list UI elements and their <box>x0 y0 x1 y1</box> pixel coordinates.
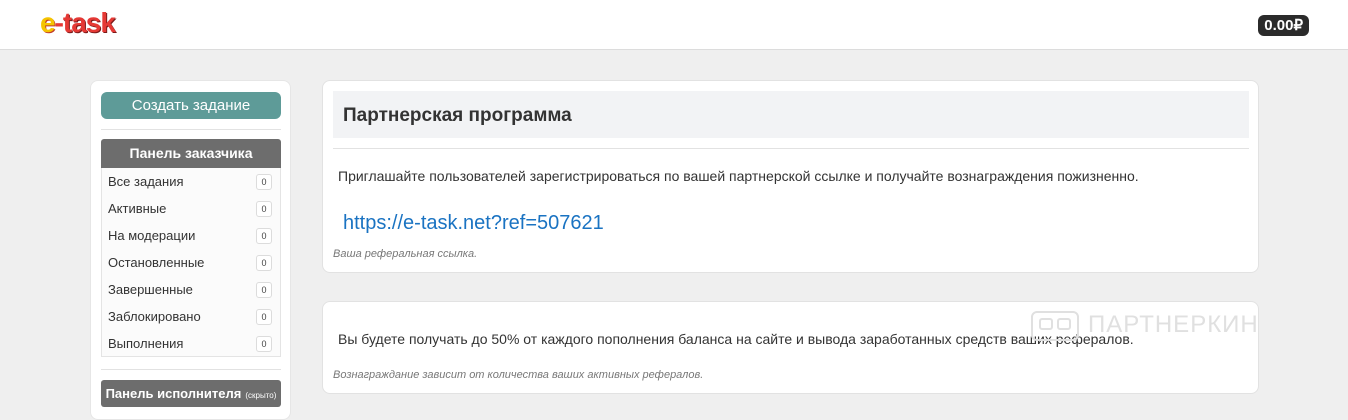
count-badge: 0 <box>256 174 272 190</box>
sidebar-item-completed[interactable]: Завершенные 0 <box>102 276 280 303</box>
count-badge: 0 <box>256 336 272 352</box>
partner-program-card: Партнерская программа Приглашайте пользо… <box>322 80 1259 273</box>
customer-panel-list: Все задания 0 Активные 0 На модерации 0 … <box>101 168 281 357</box>
partner-description: Приглашайте пользователей зарегистрирова… <box>338 168 1139 184</box>
sidebar: Создать задание Панель заказчика Все зад… <box>90 80 291 420</box>
sidebar-item-label: Заблокировано <box>108 309 201 324</box>
watermark-text: ПАРТНЕРКИН <box>1088 311 1259 338</box>
customer-panel-header[interactable]: Панель заказчика <box>101 139 281 168</box>
card-title: Партнерская программа <box>333 91 1249 138</box>
sidebar-item-stopped[interactable]: Остановленные 0 <box>102 249 280 276</box>
count-badge: 0 <box>256 228 272 244</box>
hidden-note: (скрыто) <box>245 391 277 400</box>
sidebar-item-label: Активные <box>108 201 167 216</box>
divider <box>333 148 1249 149</box>
sidebar-item-moderation[interactable]: На модерации 0 <box>102 222 280 249</box>
sidebar-item-executions[interactable]: Выполнения 0 <box>102 330 280 357</box>
reward-note: Вознаграждание зависит от количества ваш… <box>333 369 704 381</box>
sidebar-item-label: Все задания <box>108 174 184 189</box>
count-badge: 0 <box>256 255 272 271</box>
executor-panel-title: Панель исполнителя <box>105 386 242 401</box>
sidebar-item-active[interactable]: Активные 0 <box>102 195 280 222</box>
reward-description: Вы будете получать до 50% от каждого поп… <box>338 331 1134 347</box>
count-badge: 0 <box>256 282 272 298</box>
referral-link-note: Ваша реферальная ссылка. <box>333 248 478 260</box>
referral-link[interactable]: https://e-task.net?ref=507621 <box>343 212 604 235</box>
divider <box>101 129 281 130</box>
executor-panel-header[interactable]: Панель исполнителя (скрыто) <box>101 380 281 407</box>
count-badge: 0 <box>256 309 272 325</box>
sidebar-item-label: Завершенные <box>108 282 193 297</box>
balance-badge[interactable]: 0.00₽ <box>1258 15 1309 36</box>
create-task-button[interactable]: Создать задание <box>101 92 281 119</box>
sidebar-item-all-tasks[interactable]: Все задания 0 <box>102 168 280 195</box>
sidebar-item-label: Остановленные <box>108 255 205 270</box>
count-badge: 0 <box>256 201 272 217</box>
divider <box>101 369 281 370</box>
sidebar-item-blocked[interactable]: Заблокировано 0 <box>102 303 280 330</box>
sidebar-item-label: Выполнения <box>108 336 184 351</box>
partnerkin-watermark: ПАРТНЕРКИН <box>1030 305 1259 345</box>
watermark-icon <box>1031 310 1079 341</box>
etask-logo[interactable]: e-task <box>40 6 116 42</box>
sidebar-item-label: На модерации <box>108 228 196 243</box>
top-bar: e-task 0.00₽ <box>0 0 1348 50</box>
